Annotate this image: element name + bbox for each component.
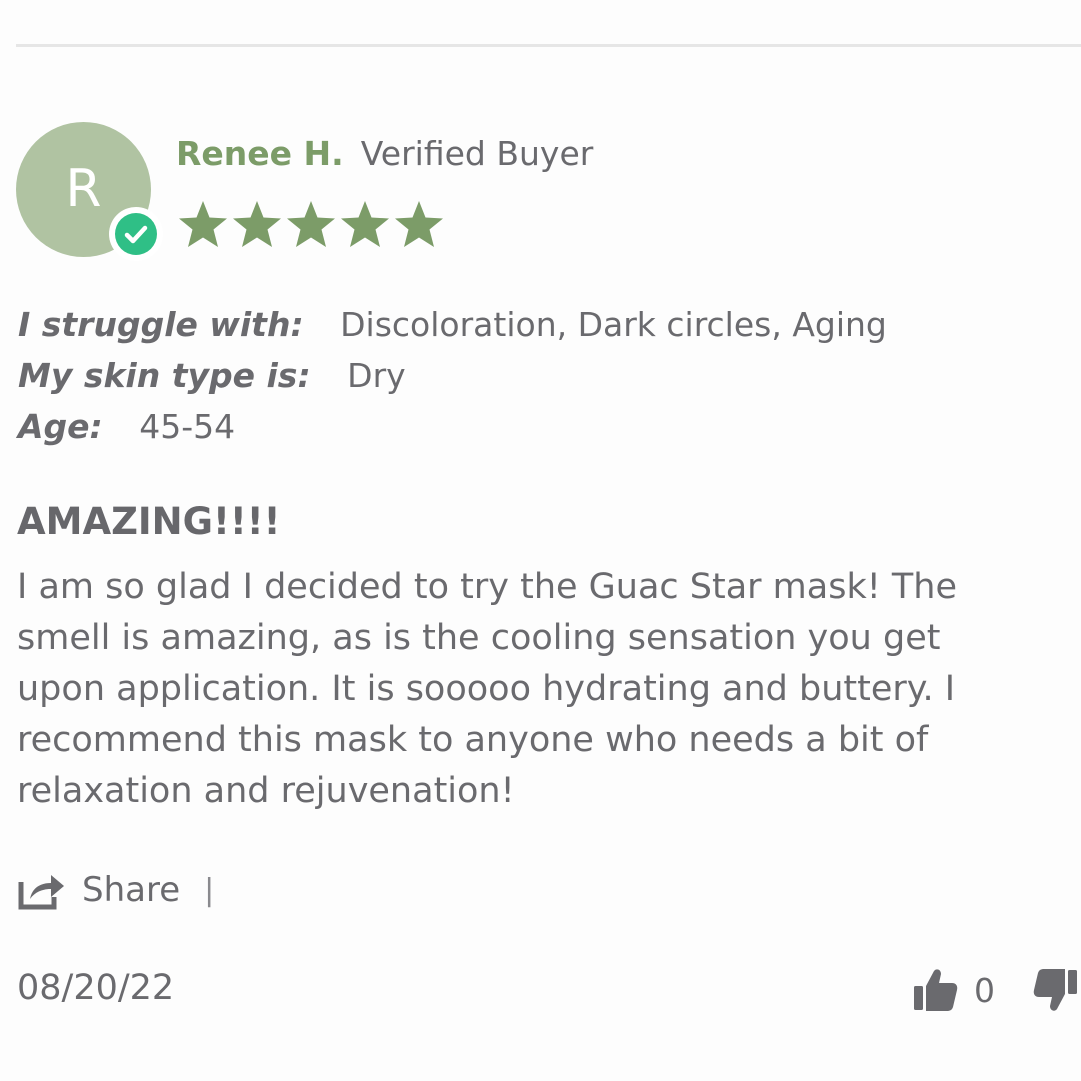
review-body-line: recommend this mask to anyone who needs …: [17, 720, 929, 760]
share-label[interactable]: Share: [82, 870, 180, 910]
thumbs-up-count: 0: [974, 970, 995, 1010]
review-card: R Renee H. Verified Buyer I struggle wit…: [0, 0, 1081, 1081]
attribute-label: My skin type is:: [18, 356, 311, 395]
attribute-age: Age: 45-54: [18, 404, 235, 450]
attribute-skin-type: My skin type is: Dry: [18, 353, 406, 399]
vote-controls: 0: [912, 960, 1079, 1020]
verified-buyer-label: Verified Buyer: [360, 134, 594, 173]
star-icon: [179, 201, 227, 247]
thumbs-down-icon[interactable]: [1033, 967, 1079, 1013]
attribute-label: Age:: [18, 407, 103, 446]
avatar-initial: R: [65, 159, 102, 219]
star-icon: [233, 201, 281, 247]
separator: |: [204, 872, 215, 908]
star-icon: [287, 201, 335, 247]
attribute-value: Discoloration, Dark circles, Aging: [340, 305, 887, 344]
review-body-line: relaxation and rejuvenation!: [17, 771, 515, 811]
star-icon: [395, 201, 443, 247]
attribute-value: Dry: [347, 356, 406, 395]
share-button[interactable]: Share |: [18, 864, 214, 916]
share-icon[interactable]: [18, 870, 66, 910]
review-body-line: smell is amazing, as is the cooling sens…: [17, 618, 941, 658]
review-body-line: I am so glad I decided to try the Guac S…: [17, 567, 957, 607]
divider: [16, 44, 1081, 47]
reviewer-info: Renee H. Verified Buyer: [176, 130, 593, 178]
star-icon: [341, 201, 389, 247]
attribute-struggle: I struggle with: Discoloration, Dark cir…: [18, 302, 887, 348]
thumbs-up-icon[interactable]: [912, 967, 958, 1013]
review-body-line: upon application. It is sooooo hydrating…: [17, 669, 956, 709]
reviewer-name[interactable]: Renee H.: [176, 134, 344, 173]
verified-check-icon: [109, 207, 163, 261]
review-body: I am so glad I decided to try the Guac S…: [17, 562, 1081, 817]
review-date: 08/20/22: [17, 968, 175, 1008]
attribute-value: 45-54: [139, 407, 236, 446]
attribute-label: I struggle with:: [18, 305, 304, 344]
review-title: AMAZING!!!!: [17, 500, 281, 543]
star-rating: [176, 198, 446, 252]
